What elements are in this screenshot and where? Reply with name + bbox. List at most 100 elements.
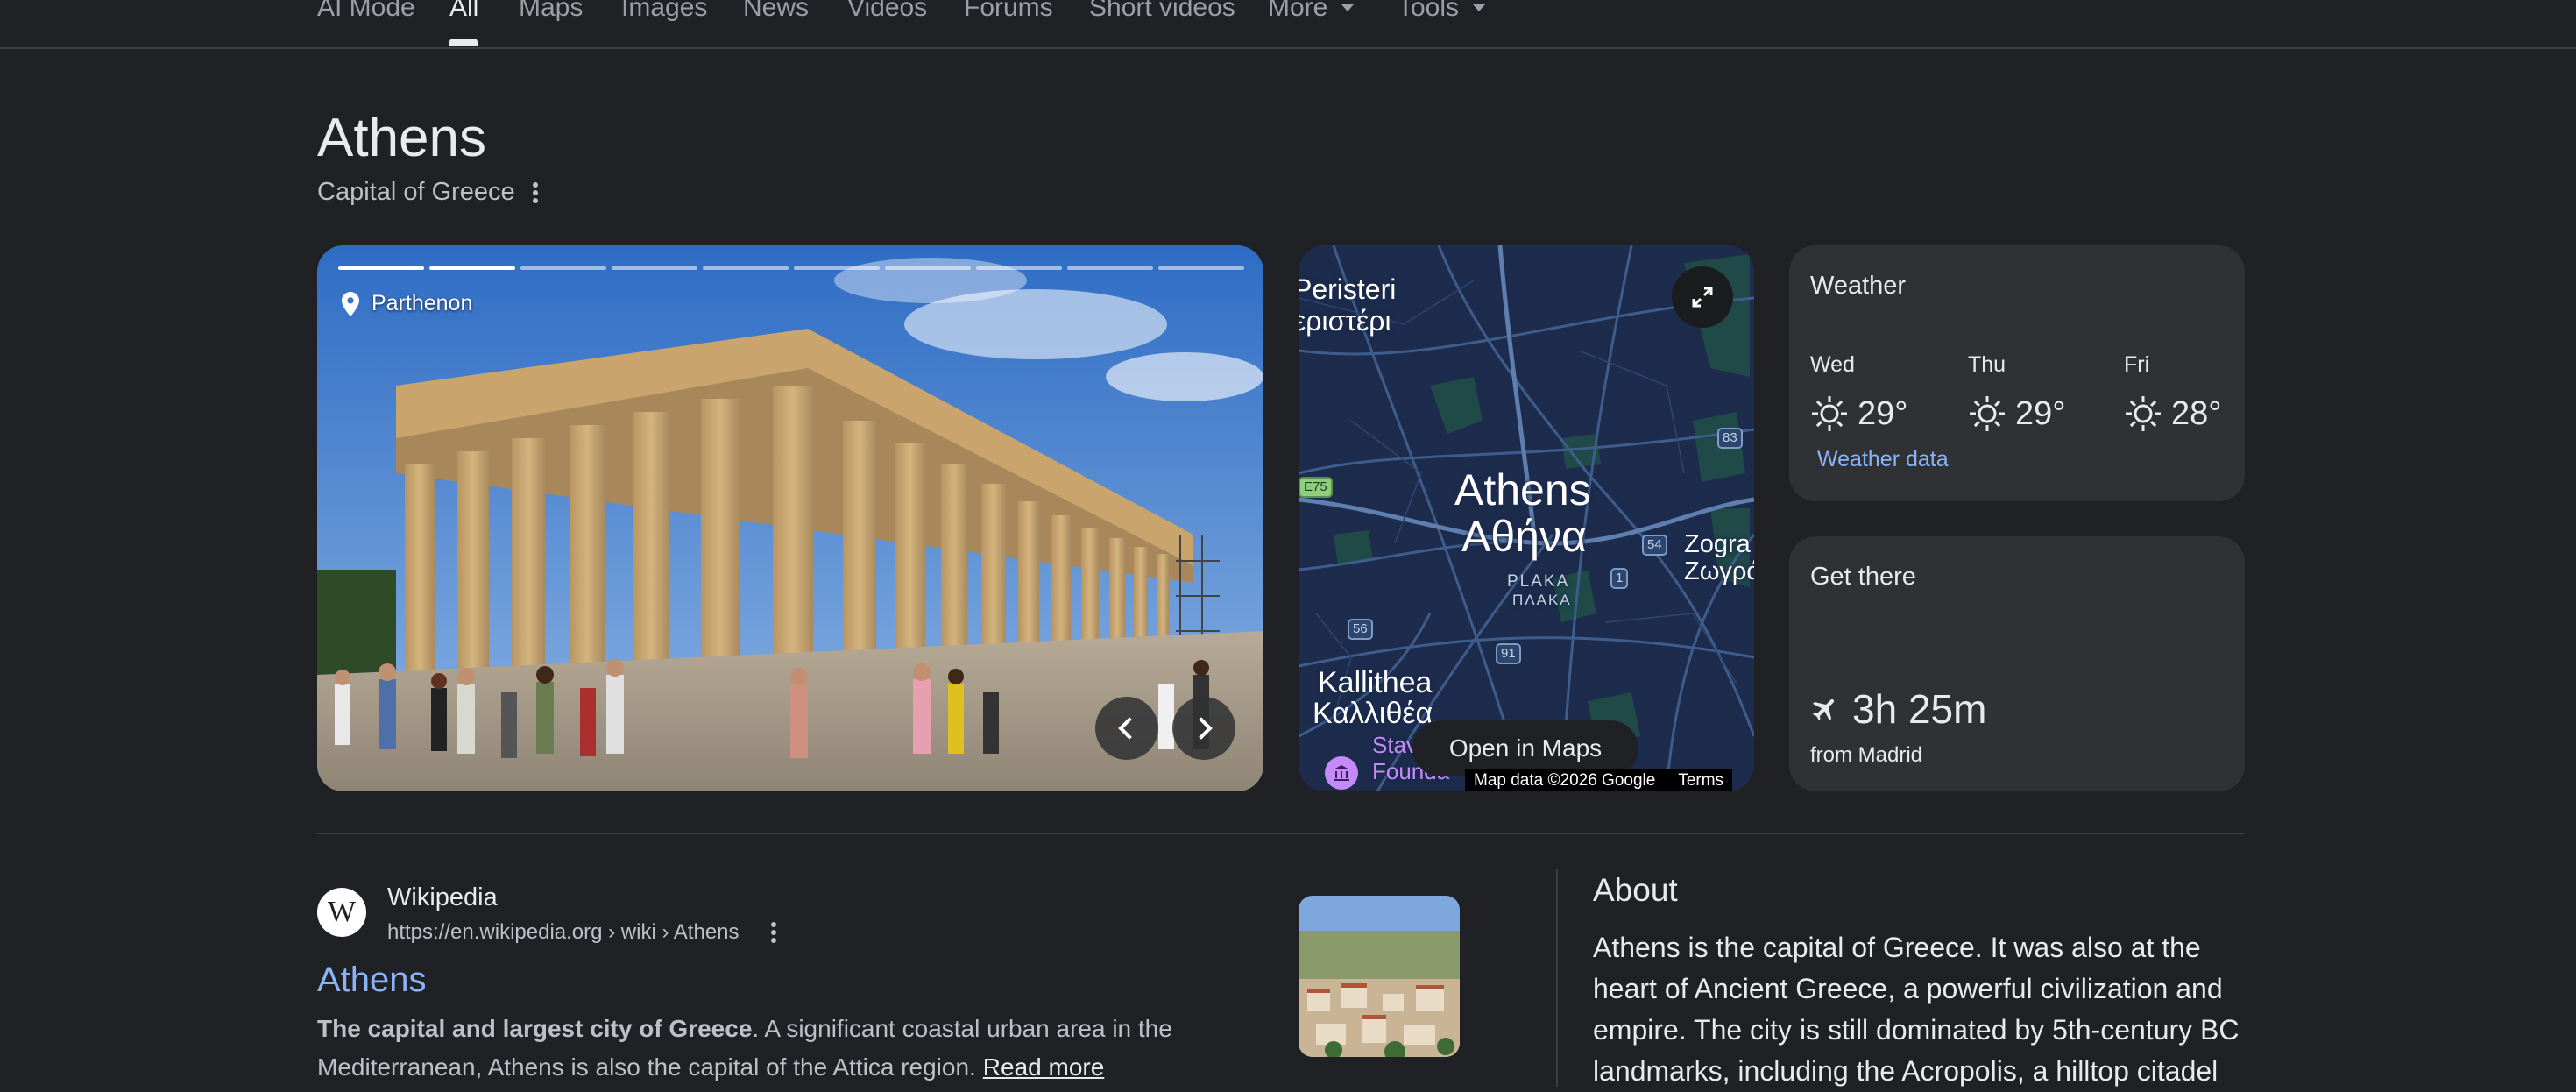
slide-progress-segment [338,266,424,270]
map-label-kallithea-greek: Καλλιθέα [1313,697,1433,730]
temperature: 29° [1858,394,1908,432]
tab-label: More [1268,0,1328,22]
map-attribution: Map data ©2026 Google Terms [1465,769,1733,791]
tab-label: AI Mode [317,0,415,22]
map-label-kallithea: Kallithea [1318,666,1433,699]
about-description: Athens is the capital of Greece. It was … [1593,932,2240,1087]
temperature: 29° [2015,394,2066,432]
result-source-name[interactable]: Wikipedia [387,883,498,912]
slide-progress-segment [1158,266,1244,270]
slide-progress-segment [612,266,697,270]
map-label-zografou-greek: Ζωγρά [1684,557,1754,585]
about-title: About [1593,872,1678,908]
chevron-right-icon [1190,717,1213,740]
duration-value: 3h 25m [1852,686,1987,732]
weather-temp-wed: 29° [1810,394,1907,433]
expand-icon [1692,287,1713,308]
tab-label: Videos [847,0,928,22]
previous-photo-button[interactable] [1095,697,1158,760]
sun-icon [1812,396,1847,431]
tab-videos[interactable]: Videos [847,0,927,23]
weather-temp-thu: 29° [1968,394,2065,433]
map-label-poi: Stav [1372,732,1419,758]
tab-tools[interactable]: Tools [1398,0,1486,23]
tab-more[interactable]: More [1268,0,1355,23]
map-preview[interactable]: Peristeri εριστέρι Athens Αθήνα PLAKA ΠΛ… [1299,245,1754,791]
read-more-link[interactable]: Read more [983,1053,1105,1081]
weather-title: Weather [1810,272,1907,300]
active-tab-indicator [449,39,478,46]
weather-day-fri: Fri [2124,352,2150,377]
tab-label: All [449,0,479,22]
section-divider [317,833,2245,834]
road-badge-e75: E75 [1299,477,1333,498]
tab-all[interactable]: All [449,0,478,23]
result-url[interactable]: https://en.wikipedia.org › wiki › Athens [387,920,740,945]
tab-forums[interactable]: Forums [964,0,1053,23]
tab-label: Maps [519,0,584,22]
road-badge-56: 56 [1348,619,1373,640]
flight-origin: from Madrid [1810,743,1923,767]
chevron-left-icon [1118,717,1141,740]
temperature: 28° [2171,394,2222,432]
expand-map-button[interactable] [1672,266,1733,328]
search-tabs: AI Mode All Maps Images News Videos Foru… [0,0,2576,49]
sun-icon [2126,396,2161,431]
weather-temp-fri: 28° [2124,394,2221,433]
tab-ai-mode[interactable]: AI Mode [317,0,415,23]
slide-progress-segment [703,266,789,270]
map-label-plaka-greek: ΠΛΑΚΑ [1512,592,1572,608]
result-options-icon[interactable] [765,918,782,947]
entity-title: Athens [317,108,487,168]
get-there-title: Get there [1810,563,1916,591]
map-label-athens-greek: Αθήνα [1461,512,1587,561]
tab-label: News [743,0,810,22]
result-title-link[interactable]: Athens [317,961,427,1000]
open-in-maps-button[interactable]: Open in Maps [1412,720,1638,776]
slide-progress-segment [429,266,515,270]
tab-label: Forums [964,0,1053,22]
vertical-divider [1556,869,1558,1087]
caret-down-icon [1473,4,1486,11]
weather-day-wed: Wed [1810,352,1855,377]
athens-thumbnail[interactable] [1299,896,1460,1057]
slide-progress-segment [520,266,606,270]
tab-label: Tools [1398,0,1460,22]
location-pin-icon [342,291,359,316]
tab-maps[interactable]: Maps [519,0,583,23]
more-options-icon[interactable] [527,179,544,207]
weather-card[interactable]: Weather Wed Thu Fri 29° 29° 28° Weather … [1789,245,2245,501]
map-copyright: Map data ©2026 Google [1474,770,1656,790]
road-badge-91: 91 [1496,643,1521,664]
snippet-highlight: The capital and largest city of Greece [317,1015,753,1042]
photo-carousel[interactable]: Parthenon [317,245,1263,791]
photo-location-label: Parthenon [372,291,473,316]
map-label-peristeri-greek: εριστέρι [1299,305,1391,337]
weather-day-thu: Thu [1968,352,2006,377]
caret-down-icon [1341,4,1355,11]
road-badge-54: 54 [1642,535,1667,556]
map-label-peristeri: Peristeri [1299,273,1397,305]
map-label-zografou: Zogra [1684,530,1751,558]
tab-label: Short videos [1089,0,1235,22]
slide-progress-segment [976,266,1062,270]
slide-progress-segment [794,266,880,270]
tab-news[interactable]: News [743,0,809,23]
airplane-icon [1812,698,1835,721]
wikipedia-logo-icon: W [317,888,366,937]
slide-progress [338,266,1244,270]
entity-subtitle: Capital of Greece [317,178,515,206]
map-terms-link[interactable]: Terms [1678,771,1723,791]
get-there-card[interactable]: Get there 3h 25m from Madrid [1789,536,2245,791]
map-label-athens: Athens [1454,465,1591,514]
tab-short-videos[interactable]: Short videos [1089,0,1235,23]
weather-data-link[interactable]: Weather data [1817,447,1949,472]
map-label-plaka: PLAKA [1507,572,1570,591]
tab-images[interactable]: Images [621,0,707,23]
slide-progress-segment [885,266,971,270]
road-badge-83: 83 [1717,428,1743,449]
flight-duration: 3h 25m [1810,685,1986,733]
next-photo-button[interactable] [1172,697,1235,760]
museum-icon[interactable] [1325,756,1358,790]
city-thumbnail-image [1299,896,1460,1057]
